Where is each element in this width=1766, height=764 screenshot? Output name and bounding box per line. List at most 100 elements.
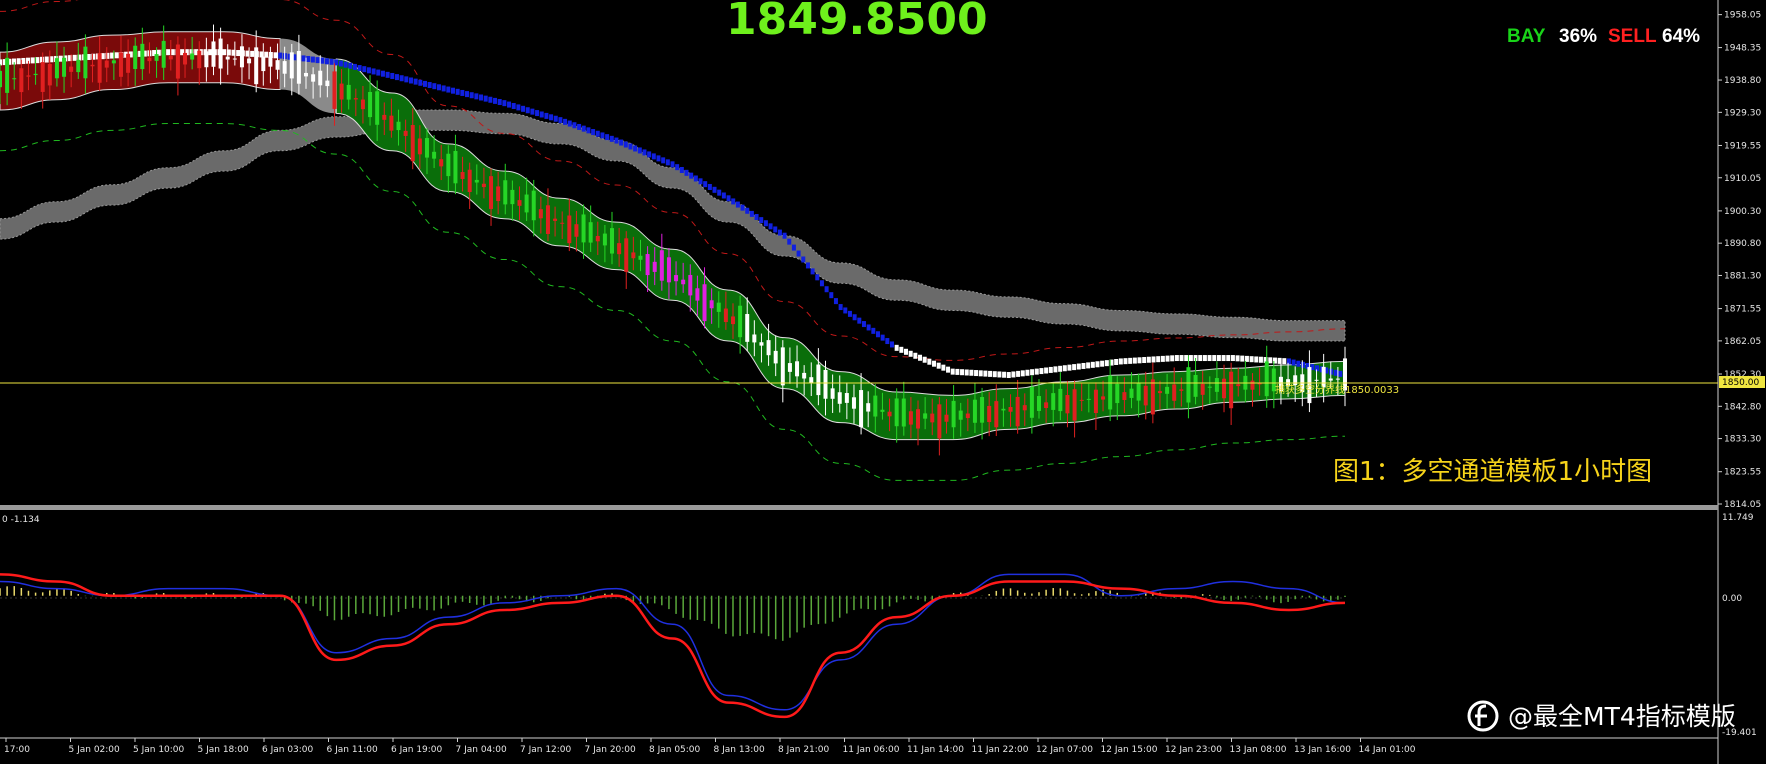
signal-dot — [1240, 355, 1245, 362]
candle-body — [33, 73, 38, 76]
candle-body — [325, 80, 330, 87]
candle-body — [1051, 393, 1056, 410]
signal-dot — [689, 172, 694, 179]
signal-dot — [941, 364, 946, 371]
signal-dot — [974, 370, 979, 377]
osc-lines — [0, 573, 1346, 719]
candle-body — [1222, 378, 1227, 399]
candle-body — [211, 41, 216, 67]
candles — [0, 24, 1347, 456]
candle-body — [1207, 386, 1212, 388]
candle-body — [467, 169, 472, 193]
candle-body — [844, 393, 849, 403]
signal-dot — [1282, 358, 1287, 365]
signal-dot — [819, 280, 824, 287]
osc-histogram — [0, 586, 1346, 641]
x-tick-label: 17:00 — [4, 745, 30, 755]
signal-dot — [717, 189, 722, 196]
signal-dot — [511, 102, 516, 109]
candle-body — [880, 409, 885, 412]
candle-body — [1335, 378, 1340, 380]
signal-dot — [1249, 356, 1254, 363]
signal-dot — [843, 307, 848, 314]
panel-separator[interactable] — [0, 505, 1718, 510]
signal-dot — [665, 159, 670, 166]
candle-body — [489, 176, 494, 209]
candle-body — [524, 194, 529, 213]
signal-dot — [451, 87, 456, 94]
signal-dot — [525, 107, 530, 114]
signal-dot — [1174, 355, 1179, 362]
signal-dot — [1137, 357, 1142, 364]
signal-dot — [222, 49, 227, 56]
signal-dot — [436, 84, 441, 91]
candle-body — [987, 405, 992, 423]
candle-body — [1036, 396, 1041, 411]
signal-dot — [572, 122, 577, 129]
candle-body — [674, 275, 679, 282]
signal-dot — [922, 356, 927, 363]
signal-dot — [413, 78, 418, 85]
candle-body — [1015, 396, 1020, 427]
candle-body — [183, 52, 188, 65]
candle-body — [859, 390, 864, 428]
candle-body — [638, 255, 643, 260]
candle-body — [5, 57, 10, 93]
candle-body — [1229, 371, 1234, 409]
signal-dot — [1123, 358, 1128, 365]
signal-dot — [567, 120, 572, 127]
candle-body — [816, 364, 821, 396]
candle-body — [118, 52, 123, 77]
candle-body — [47, 63, 52, 86]
signal-dot — [992, 371, 997, 378]
candle-body — [1264, 361, 1269, 397]
signal-dot — [1221, 355, 1226, 362]
sell-percent: 64% — [1662, 26, 1700, 47]
signal-dot — [586, 127, 591, 134]
x-tick-label: 8 Jan 21:00 — [778, 745, 830, 755]
signal-dot — [320, 57, 325, 64]
candle-body — [239, 46, 244, 68]
candle-body — [1150, 379, 1155, 415]
candle-body — [40, 62, 45, 92]
candle-body — [745, 314, 750, 342]
signal-dot — [918, 354, 923, 361]
signal-dot — [936, 362, 941, 369]
signal-dot — [166, 49, 171, 56]
signal-dot — [507, 101, 512, 108]
signal-dot — [964, 369, 969, 376]
candle-body — [958, 410, 963, 420]
signal-dot — [787, 238, 792, 245]
signal-dot — [1333, 369, 1338, 376]
x-tick-label: 11 Jan 06:00 — [843, 745, 900, 755]
signal-dot — [633, 145, 638, 152]
signal-dot — [577, 123, 582, 130]
signal-dot — [810, 268, 815, 275]
signal-dot — [946, 366, 951, 373]
signal-dot — [847, 310, 852, 317]
signal-dot — [1104, 360, 1109, 367]
signal-dot — [399, 75, 404, 82]
candle-body — [140, 43, 145, 70]
candle-body — [723, 308, 728, 323]
signal-dot — [479, 94, 484, 101]
candle-body — [247, 58, 252, 64]
candle-body — [951, 400, 956, 428]
candle-body — [446, 153, 451, 177]
y-tick-label: 1823.55 — [1724, 468, 1761, 478]
candle-body — [837, 392, 842, 404]
signal-dot — [740, 204, 745, 211]
signal-dot — [483, 95, 488, 102]
candle-body — [382, 114, 387, 120]
signal-dot — [1100, 360, 1105, 367]
signal-dot — [707, 183, 712, 190]
candle-body — [360, 99, 365, 110]
candle-body — [1044, 402, 1049, 409]
signal-dot — [1151, 356, 1156, 363]
signal-dot — [535, 110, 540, 117]
candle-body — [595, 235, 600, 242]
osc-red-line — [0, 573, 1346, 719]
y-tick-label: 1842.80 — [1724, 402, 1761, 412]
candle-body — [83, 46, 88, 79]
signal-dot — [1291, 359, 1296, 366]
